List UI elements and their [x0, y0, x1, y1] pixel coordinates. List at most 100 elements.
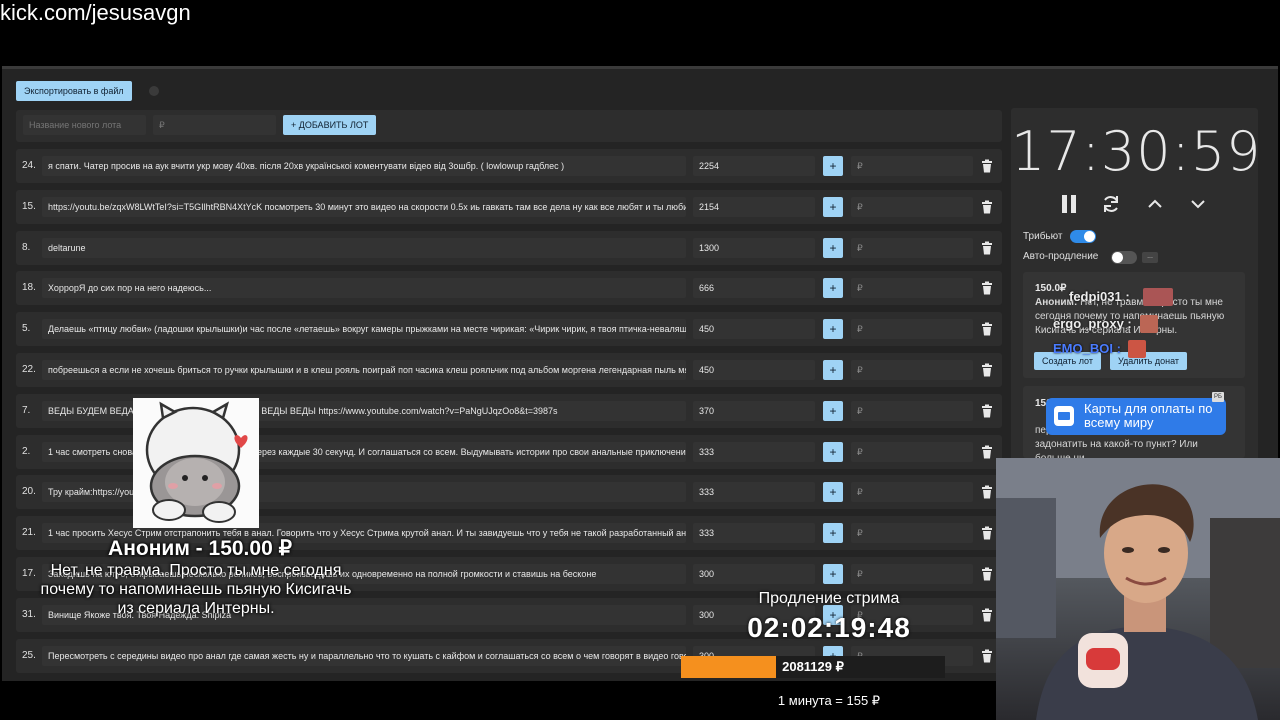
ad-text: Карты для оплаты по всему миру	[1084, 401, 1213, 430]
lot-amount-input[interactable]: 2254	[693, 156, 815, 176]
lot-add-amount-input[interactable]: ₽	[851, 196, 973, 217]
lot-title-input[interactable]: Пересмотреть с середины видео про анал г…	[42, 645, 686, 666]
add-amount-button[interactable]: +	[823, 523, 843, 544]
lot-add-amount-input[interactable]: ₽	[851, 360, 973, 380]
pause-icon[interactable]	[1059, 194, 1079, 214]
add-amount-button[interactable]: +	[823, 156, 843, 176]
trash-icon[interactable]	[980, 363, 994, 377]
lot-number: 25.	[22, 649, 36, 661]
add-lot-button[interactable]: + ДОБАВИТЬ ЛОТ	[283, 115, 377, 135]
ad-badge: РБ	[1212, 392, 1224, 402]
lot-amount-input[interactable]: 370	[693, 400, 815, 421]
trash-icon[interactable]	[980, 241, 994, 255]
lot-title-input[interactable]: deltarune	[42, 237, 686, 258]
tribute-label: Трибьют	[1023, 231, 1063, 242]
lot-number: 2.	[22, 445, 31, 457]
lot-title-input[interactable]: Делаешь «птицу любви» (ладошки крылышки)…	[42, 319, 686, 340]
trash-icon[interactable]	[980, 322, 994, 336]
lot-row: 15. https://youtu.be/zqxW8LWtTeI?si=T5GIl…	[16, 189, 1002, 224]
export-button[interactable]: Экспортировать в файл	[16, 81, 132, 101]
lot-amount-input[interactable]: 333	[693, 523, 815, 544]
trash-icon[interactable]	[980, 404, 994, 418]
streamer-image	[996, 458, 1280, 720]
lot-title-input[interactable]: я спати. Чатер просив на аук вчити укр м…	[42, 156, 686, 176]
add-amount-button[interactable]: +	[823, 196, 843, 217]
extension-rate: 1 минута = 155 ₽	[777, 693, 881, 708]
lot-title-input[interactable]: ХоррорЯ до сих пор на него надеюсь...	[42, 278, 686, 299]
lot-number: 31.	[22, 608, 36, 620]
trash-icon[interactable]	[980, 608, 994, 622]
lot-add-amount-input[interactable]: ₽	[851, 441, 973, 462]
chat-emote-icon	[1128, 340, 1146, 358]
reset-icon[interactable]	[1101, 194, 1121, 214]
lot-title-input[interactable]: https://youtu.be/zqxW8LWtTeI?si=T5GIlhtR…	[42, 196, 686, 217]
add-amount-button[interactable]: +	[823, 360, 843, 380]
lot-title-input[interactable]: побреешься а если не хочешь бриться то р…	[42, 360, 686, 380]
auto-extend-toggle[interactable]	[1111, 251, 1137, 264]
lot-add-amount-input[interactable]: ₽	[851, 482, 973, 503]
extension-total: 2081129 ₽	[782, 659, 844, 674]
auto-extend-label: Авто-продление	[1023, 251, 1099, 262]
add-amount-button[interactable]: +	[823, 564, 843, 584]
lot-amount-input[interactable]: 300	[693, 564, 815, 584]
ad-banner[interactable]: Карты для оплаты по всему миру РБ	[1046, 392, 1226, 435]
lot-add-amount-input[interactable]: ₽	[851, 564, 973, 584]
lot-add-amount-input[interactable]: ₽	[851, 278, 973, 299]
add-amount-button[interactable]: +	[823, 319, 843, 340]
trash-icon[interactable]	[980, 159, 994, 173]
tribute-toggle[interactable]	[1070, 230, 1096, 243]
trash-icon[interactable]	[980, 281, 994, 295]
add-amount-button[interactable]: +	[823, 441, 843, 462]
chat-emote-icon	[1143, 288, 1173, 306]
lot-amount-input[interactable]: 450	[693, 360, 815, 380]
lot-number: 5.	[22, 323, 31, 335]
lot-amount-input[interactable]: 2154	[693, 196, 815, 217]
lot-number: 18.	[22, 282, 36, 294]
auto-extend-settings-button[interactable]: ...	[1142, 252, 1158, 263]
lot-add-amount-input[interactable]: ₽	[851, 523, 973, 544]
trash-icon[interactable]	[980, 649, 994, 663]
add-amount-button[interactable]: +	[823, 400, 843, 421]
chat-user: EMO_BOI :	[1053, 341, 1121, 356]
lot-amount-input[interactable]: 1300	[693, 237, 815, 258]
lot-number: 20.	[22, 486, 36, 498]
help-icon[interactable]	[149, 86, 159, 96]
chevron-down-icon[interactable]	[1188, 194, 1208, 214]
add-amount-button[interactable]: +	[823, 482, 843, 503]
webcam-feed	[996, 458, 1280, 720]
lot-add-amount-input[interactable]: ₽	[851, 319, 973, 340]
trash-icon[interactable]	[980, 445, 994, 459]
lot-number: 17.	[22, 568, 36, 579]
chat-user: ergo_proxy :	[1053, 316, 1132, 331]
trash-icon[interactable]	[980, 485, 994, 499]
chevron-up-icon[interactable]	[1145, 194, 1165, 214]
chat-emote-icon	[1140, 315, 1158, 333]
trash-icon[interactable]	[980, 567, 994, 581]
lot-number: 15.	[22, 200, 36, 212]
lot-amount-input[interactable]: 666	[693, 278, 815, 299]
lot-amount-input[interactable]: 450	[693, 319, 815, 340]
add-amount-button[interactable]: +	[823, 237, 843, 258]
lot-add-amount-input[interactable]: ₽	[851, 156, 973, 176]
extension-timer: 02:02:19:48	[747, 612, 911, 643]
lot-row: 8. deltarune 1300 + ₽	[16, 230, 1002, 265]
trash-icon[interactable]	[980, 200, 994, 214]
lot-add-amount-input[interactable]: ₽	[851, 237, 973, 258]
lot-amount-input[interactable]: 333	[693, 441, 815, 462]
extension-label: Продление стрима	[758, 590, 900, 607]
chat-user: fedpi031 :	[1069, 289, 1130, 304]
lot-number: 24.	[22, 160, 36, 171]
delete-donation-button[interactable]: Удалить донат	[1110, 352, 1188, 370]
card-icon	[1054, 406, 1074, 426]
trash-icon[interactable]	[980, 526, 994, 540]
lot-row: 18. ХоррорЯ до сих пор на него надеюсь...…	[16, 271, 1002, 306]
lot-amount-input[interactable]: 333	[693, 482, 815, 503]
lot-number: 22.	[22, 364, 36, 375]
donation-alert-message: Нет, не травма. Просто ты мне сегодня по…	[40, 562, 352, 617]
new-lot-name-input[interactable]	[23, 115, 146, 135]
new-lot-amount-input[interactable]	[153, 115, 276, 135]
lot-add-amount-input[interactable]: ₽	[851, 400, 973, 421]
add-amount-button[interactable]: +	[823, 278, 843, 299]
donation-sticker	[133, 398, 259, 528]
stream-url: kick.com/jesusavgn	[0, 0, 191, 25]
